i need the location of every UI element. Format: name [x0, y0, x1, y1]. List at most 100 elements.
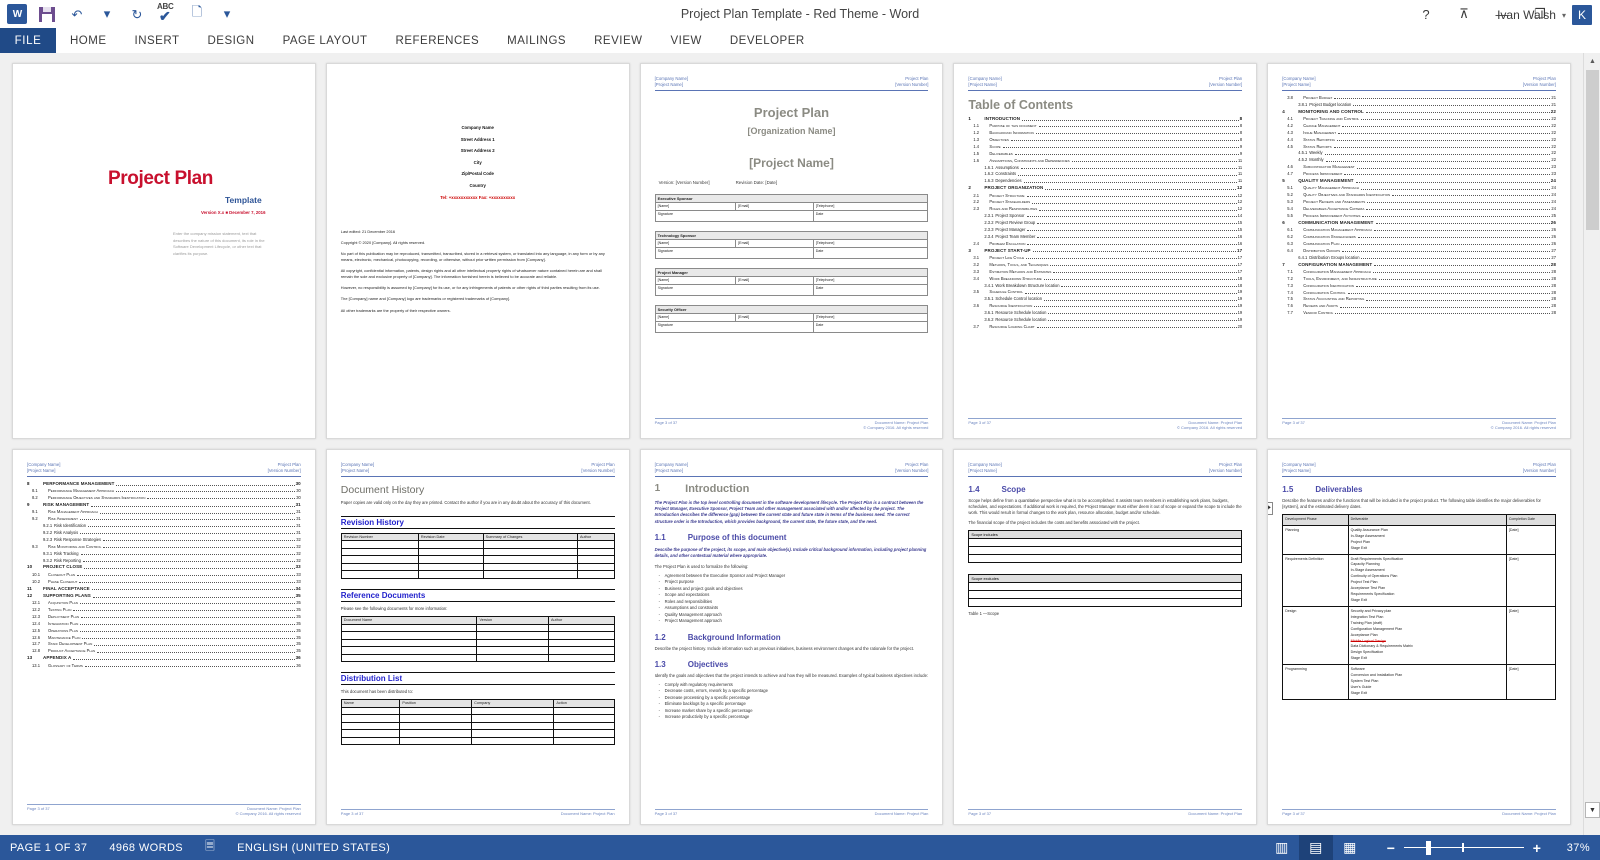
reference-documents-table[interactable]: Document Name Version Author	[340, 616, 615, 663]
print-preview-icon[interactable]: 🗋	[186, 3, 208, 25]
toc-entry[interactable]: 10.1 Closeout Plan 33	[27, 572, 301, 577]
table-cell[interactable]	[548, 653, 615, 663]
toc-entry[interactable]: 8.2 Performance Objectives and Standards …	[27, 495, 301, 500]
page-thumbnail-1[interactable]: Project Plan Template Version X.x ■ Dece…	[12, 63, 316, 439]
page-thumbnail-10[interactable]: ✥ [Company Name] [Project Name] Project …	[1267, 449, 1571, 825]
development-phase-cell[interactable]: Planning	[1282, 524, 1349, 555]
scrollbar-thumb[interactable]	[1586, 70, 1599, 230]
toc-entry[interactable]: 1.6.1 Assumptions 11	[968, 165, 1242, 170]
tab-insert[interactable]: INSERT	[121, 28, 194, 53]
table-row[interactable]	[340, 706, 615, 716]
toc-entry[interactable]: 5.1 Quality Management Approach 24	[1282, 185, 1556, 190]
toc-entry[interactable]: 7.7 Vendor Control 28	[1282, 310, 1556, 315]
toc-entry[interactable]: 1.1 Purpose of this document 8	[968, 123, 1242, 128]
zoom-in-button[interactable]: +	[1531, 840, 1543, 856]
toc-entry[interactable]: 4.1 Project Tracking and Control 22	[1282, 116, 1556, 121]
tab-file[interactable]: FILE	[0, 28, 56, 53]
zoom-control[interactable]: − + 37%	[1385, 840, 1590, 856]
help-icon[interactable]: ?	[1408, 1, 1444, 27]
toc-entry[interactable]: 2.3.1 Project Sponsor 14	[968, 213, 1242, 218]
table-row[interactable]	[340, 638, 615, 648]
table-row[interactable]: Requirements Definition Draft Requirement…	[1282, 553, 1556, 607]
toc-entry[interactable]: 3.5.1 Schedule Control location 19	[968, 296, 1242, 301]
toc-entry[interactable]: 7.5 Status Accounting and Reporting 28	[1282, 297, 1556, 302]
toc-entry[interactable]: 1.6.2 Constraints 11	[968, 172, 1242, 177]
telephone-cell[interactable]: [Telephone]	[812, 275, 929, 285]
table-cell[interactable]	[340, 646, 478, 655]
page-thumbnail-7[interactable]: [Company Name] [Project Name] Project Pl…	[325, 449, 630, 825]
email-cell[interactable]: [Email]	[735, 275, 814, 285]
development-phase-cell[interactable]: Design	[1282, 605, 1349, 666]
date-cell[interactable]: Date	[812, 320, 929, 333]
toc-entry[interactable]: 12 SUPPORTING PLANS 35	[27, 593, 301, 599]
toc-entry[interactable]: 3.4 Work Breakdown Structure 18	[968, 276, 1242, 281]
table-cell[interactable]	[417, 570, 484, 579]
toc-entry[interactable]: 1.3 Objectives 8	[968, 137, 1242, 142]
toc-entry[interactable]: 4.5.1 Weekly 22	[1282, 151, 1556, 156]
table-cell[interactable]	[340, 721, 401, 731]
proofing-errors-icon[interactable]: 🗏	[205, 837, 215, 858]
tab-review[interactable]: REVIEW	[580, 28, 656, 53]
scope-includes-row[interactable]	[968, 546, 1243, 556]
toc-entry[interactable]: 9.2.3 Risk Response Strategies 32	[27, 537, 301, 542]
table-cell[interactable]	[482, 548, 578, 557]
redo-icon[interactable]: ↻	[126, 3, 148, 25]
page-indicator[interactable]: PAGE 1 OF 37	[10, 842, 87, 854]
toc-entry[interactable]: 12.4 Integration Plan 35	[27, 621, 301, 626]
toc-entry[interactable]: 13.1 Glossary of Terms 36	[27, 663, 301, 668]
toc-entry[interactable]: 2.4 Problem Escalation 16	[968, 241, 1242, 246]
ribbon-tabs[interactable]: HOME INSERT DESIGN PAGE LAYOUT REFERENCE…	[56, 28, 1600, 53]
toc-list-page6[interactable]: 8 PERFORMANCE MANAGEMENT 30 8.1 Performance …	[27, 481, 301, 668]
toc-entry[interactable]: 3.6.2 Resource Schedule location 19	[968, 317, 1242, 322]
scope-excludes-table[interactable]: Scope excludes	[968, 574, 1243, 608]
table-cell[interactable]	[482, 555, 578, 564]
toc-entry[interactable]: 8.1 Performance Management Approach 30	[27, 488, 301, 493]
table-row[interactable]	[340, 570, 615, 579]
toc-entry[interactable]: 11 FINAL ACCEPTANCE 34	[27, 586, 301, 592]
name-cell[interactable]: [Name]	[654, 312, 737, 322]
table-cell[interactable]	[576, 540, 615, 549]
signature-cell[interactable]: Signature	[654, 320, 814, 333]
toc-entry[interactable]: 2 PROJECT ORGANIZATION 12	[968, 185, 1242, 191]
toc-entry[interactable]: 9.2.2 Risk Analysis 31	[27, 530, 301, 535]
user-account[interactable]: Ivan Walsh ▾ K	[1497, 1, 1600, 29]
toc-entry[interactable]: 1.6.3 Dependencies 11	[968, 179, 1242, 184]
print-layout-button[interactable]: ▤	[1299, 835, 1333, 860]
tab-mailings[interactable]: MAILINGS	[493, 28, 580, 53]
table-cell[interactable]	[399, 721, 473, 731]
table-cell[interactable]	[576, 570, 615, 579]
email-cell[interactable]: [Email]	[735, 312, 814, 322]
tab-view[interactable]: VIEW	[656, 28, 715, 53]
toc-entry[interactable]: 3 PROJECT START-UP 17	[968, 248, 1242, 254]
table-cell[interactable]	[340, 548, 419, 557]
table-cell[interactable]	[576, 548, 615, 557]
tab-references[interactable]: REFERENCES	[382, 28, 494, 53]
toc-entry[interactable]: 4.2 Change Management 22	[1282, 123, 1556, 128]
toc-entry[interactable]: 1.4 Scope 9	[968, 144, 1242, 149]
revision-history-table[interactable]: Revision Number Revision Date Summary of C…	[340, 533, 615, 579]
table-cell[interactable]	[471, 729, 555, 738]
table-cell[interactable]	[340, 706, 401, 716]
toc-entry[interactable]: 2.3 Roles and Responsibilities 12	[968, 206, 1242, 211]
toc-entry[interactable]: 12.7 Staff Development Plan 35	[27, 642, 301, 647]
page-thumbnail-3[interactable]: [Company Name] [Project Name] Project Pl…	[639, 63, 944, 439]
toc-entry[interactable]: 8 PERFORMANCE MANAGEMENT 30	[27, 481, 301, 487]
table-cell[interactable]	[553, 729, 615, 738]
date-cell[interactable]: Date	[812, 283, 929, 296]
toc-entry[interactable]: 10 PROJECT CLOSE 33	[27, 565, 301, 570]
table-row[interactable]: Planning Quality Assurance Plan In-Stage A…	[1282, 524, 1556, 555]
toc-entry[interactable]: 2.3.3 Project Manager 15	[968, 227, 1242, 232]
zoom-out-button[interactable]: −	[1385, 840, 1397, 856]
toc-entry[interactable]: 9.3.2 Risk Reporting 32	[27, 558, 301, 563]
table-cell[interactable]	[553, 714, 615, 723]
toc-entry[interactable]: 7.3 Configuration Identification 28	[1282, 283, 1556, 288]
toc-entry[interactable]: 3.1 Project Life Cycle 17	[968, 255, 1242, 260]
page-thumbnail-8[interactable]: [Company Name] [Project Name] Project Pl…	[639, 449, 944, 825]
toc-entry[interactable]: 9.2 Risk Assessment 31	[27, 516, 301, 521]
toc-entry[interactable]: 5.3 Project Reviews and Assessments 24	[1282, 199, 1556, 204]
table-cell[interactable]	[471, 706, 555, 716]
toc-entry[interactable]: 3.8 Project Budget 21	[1282, 95, 1556, 100]
toc-entry[interactable]: 6 COMMUNICATION MANAGEMENT 26	[1282, 220, 1556, 226]
table-row[interactable]	[340, 736, 615, 746]
table-cell[interactable]	[548, 631, 615, 640]
